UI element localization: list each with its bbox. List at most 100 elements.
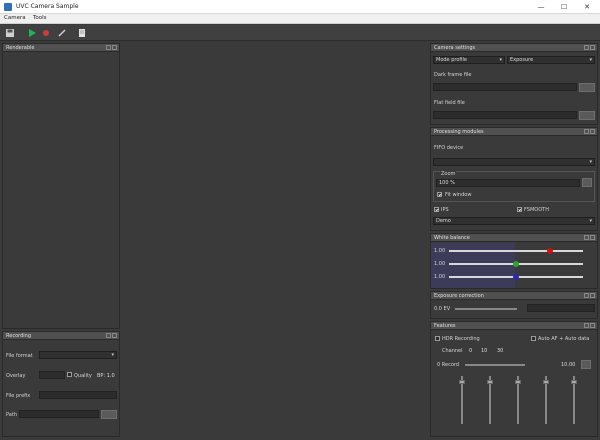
fit-window-checkbox[interactable] — [437, 192, 442, 197]
recording-title: Recording — [6, 333, 32, 339]
quality-label: Quality — [74, 373, 92, 379]
stop-icon[interactable] — [41, 28, 51, 38]
flat-field-browse[interactable] — [579, 111, 595, 120]
wb-red-track[interactable] — [449, 250, 583, 252]
zoom-reset-button[interactable] — [582, 178, 592, 187]
record-button[interactable] — [581, 360, 591, 369]
record-slider-label: 0 Record — [437, 362, 460, 368]
menu-tools[interactable]: Tools — [33, 15, 47, 21]
file-format-select[interactable]: ▾ — [39, 351, 117, 359]
panel-buttons[interactable] — [583, 293, 595, 299]
fifo-select[interactable]: ▾ — [433, 158, 595, 166]
exposure-title: Exposure correction — [434, 293, 484, 299]
panel-buttons[interactable] — [583, 235, 595, 241]
fifo-label: FIFO device — [434, 145, 464, 151]
vslider-handle-3[interactable] — [515, 380, 521, 384]
white-balance-panel: White balance 1.00 1.00 1.00 — [430, 233, 598, 289]
processing-panel: Processing modules FIFO device ▾ Zoom 10… — [430, 127, 598, 231]
zoom-value: 100 — [439, 180, 449, 186]
wb-blue-label: 1.00 — [434, 274, 446, 280]
title-bar: UVC Camera Sample — ☐ ✕ — [0, 0, 600, 14]
file-prefix-input[interactable] — [39, 391, 117, 399]
mode-select-value: Mode profile — [436, 57, 468, 63]
exposure-header: Exposure correction — [431, 292, 597, 300]
window-title: UVC Camera Sample — [16, 3, 79, 10]
maximize-button[interactable]: ☐ — [555, 0, 573, 14]
recording-header: Recording — [3, 332, 119, 340]
dark-frame-browse[interactable] — [579, 83, 595, 92]
panel-buttons[interactable] — [583, 323, 595, 329]
dark-frame-input[interactable] — [433, 83, 577, 91]
quality-checkbox[interactable] — [67, 372, 72, 377]
wb-red-handle[interactable] — [546, 248, 553, 254]
wb-red-label: 1.00 — [434, 248, 446, 254]
path-label: Path — [6, 412, 17, 418]
fit-window-label: Fit window — [445, 192, 472, 198]
ips-label: IPS — [441, 207, 449, 213]
edit-icon[interactable] — [57, 28, 67, 38]
auto-checkbox[interactable] — [531, 336, 536, 341]
processing-title: Processing modules — [434, 129, 484, 135]
menu-camera[interactable]: Camera — [4, 15, 26, 21]
menu-bar: Camera Tools — [0, 14, 600, 24]
ips-checkbox[interactable] — [434, 207, 439, 212]
file-prefix-label: File prefix — [6, 393, 31, 399]
panel-buttons[interactable] — [105, 45, 117, 51]
zoom-input[interactable]: 100 % — [436, 179, 580, 187]
exposure-mode-select[interactable]: Exposure ▾ — [507, 56, 595, 64]
camera-settings-panel: Camera settings Mode profile ▾ Exposure ▾ … — [430, 43, 598, 125]
processing-mode-value: Demo — [436, 218, 451, 224]
channel-label: Channel — [442, 348, 463, 354]
camera-settings-header: Camera settings — [431, 44, 597, 52]
vslider-handle-1[interactable] — [459, 380, 465, 384]
fsmooth-checkbox[interactable] — [517, 207, 522, 212]
channel-value-1: 10 — [481, 348, 488, 354]
flat-field-label: Flat field file — [434, 100, 465, 106]
close-button[interactable]: ✕ — [578, 0, 596, 14]
flat-field-input[interactable] — [433, 111, 577, 119]
exposure-value-label: 0.0 EV — [434, 306, 451, 312]
main-canvas — [122, 43, 428, 437]
quality-value: BP: 1.0 — [97, 373, 115, 379]
hdr-checkbox[interactable] — [435, 336, 440, 341]
channel-value-2: 30 — [497, 348, 504, 354]
hdr-label: HDR Recording — [442, 336, 480, 342]
features-panel: Features HDR Recording Auto AF + Auto da… — [430, 321, 598, 437]
panel-buttons[interactable] — [583, 129, 595, 135]
app-icon — [4, 3, 12, 11]
vslider-handle-5[interactable] — [571, 380, 577, 384]
vslider-handle-4[interactable] — [543, 380, 549, 384]
zoom-group: Zoom 100 % Fit window — [433, 171, 595, 202]
wb-green-label: 1.00 — [434, 261, 446, 267]
viewer-header: Renderable — [3, 44, 119, 52]
record-slider-track[interactable] — [465, 364, 525, 366]
minimize-button[interactable]: — — [532, 0, 550, 14]
exposure-track[interactable] — [455, 308, 517, 310]
processing-header: Processing modules — [431, 128, 597, 136]
play-icon[interactable] — [27, 28, 37, 38]
wb-blue-handle[interactable] — [513, 274, 519, 280]
viewer-panel: Renderable — [2, 43, 120, 329]
exposure-mode-value: Exposure — [510, 57, 534, 63]
camera-settings-title: Camera settings — [434, 45, 476, 51]
path-input[interactable] — [19, 410, 99, 418]
document-icon[interactable] — [77, 28, 87, 38]
vslider-handle-2[interactable] — [487, 380, 493, 384]
codec-field[interactable] — [39, 371, 65, 379]
features-title: Features — [434, 323, 456, 329]
processing-mode-select[interactable]: Demo ▾ — [433, 217, 595, 225]
browse-button[interactable] — [101, 410, 117, 419]
exposure-panel: Exposure correction 0.0 EV — [430, 291, 598, 319]
white-balance-header: White balance — [431, 234, 597, 242]
save-icon[interactable] — [5, 28, 15, 38]
panel-buttons[interactable] — [583, 45, 595, 51]
auto-label: Auto AF + Auto data — [538, 336, 590, 342]
wb-green-handle[interactable] — [513, 261, 519, 267]
dark-frame-label: Dark frame file — [434, 72, 472, 78]
panel-buttons[interactable] — [105, 333, 117, 339]
viewer-title: Renderable — [6, 45, 35, 51]
mode-select[interactable]: Mode profile ▾ — [433, 56, 505, 64]
exposure-input[interactable] — [527, 304, 595, 312]
zoom-unit: % — [450, 180, 455, 186]
toolbar — [0, 25, 600, 41]
